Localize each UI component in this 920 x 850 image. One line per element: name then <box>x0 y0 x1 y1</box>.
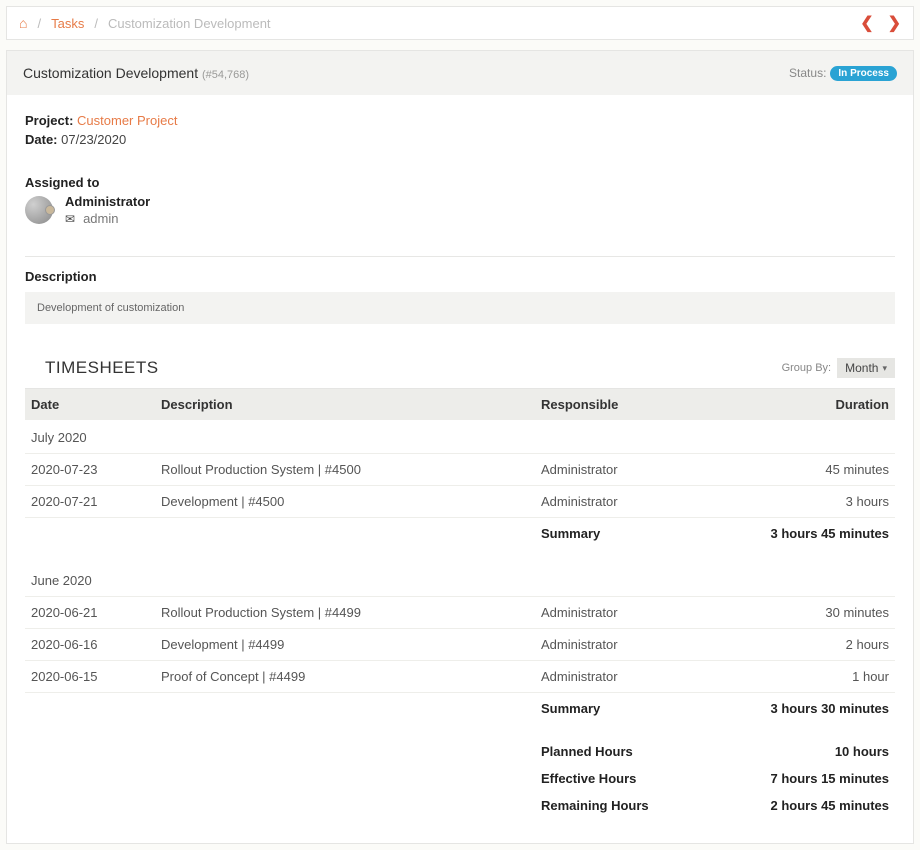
cell-duration: 1 hour <box>735 661 895 693</box>
assigned-section: Assigned to Administrator ✉ admin <box>25 175 895 226</box>
chevron-down-icon: ▾ <box>882 363 887 374</box>
totals-row: Planned Hours10 hours <box>25 738 895 765</box>
group-label: July 2020 <box>25 420 895 454</box>
totals-label: Planned Hours <box>535 738 735 765</box>
summary-value: 3 hours 45 minutes <box>735 518 895 550</box>
totals-value: 2 hours 45 minutes <box>735 792 895 819</box>
totals-row: Remaining Hours2 hours 45 minutes <box>25 792 895 819</box>
table-row: 2020-07-21Development | #4500Administrat… <box>25 486 895 518</box>
cell-description: Rollout Production System | #4499 <box>155 597 535 629</box>
cell-date: 2020-06-21 <box>25 597 155 629</box>
timesheets-title: TIMESHEETS <box>45 358 159 378</box>
timesheets-section: TIMESHEETS Group By: Month ▾ Date Descri… <box>25 352 895 819</box>
summary-label: Summary <box>535 693 735 725</box>
breadcrumb-current: Customization Development <box>108 16 271 31</box>
cell-date: 2020-07-23 <box>25 454 155 486</box>
project-link[interactable]: Customer Project <box>77 113 177 128</box>
breadcrumb-bar: ⌂ / Tasks / Customization Development ❮ … <box>6 6 914 40</box>
table-row: 2020-06-16Development | #4499Administrat… <box>25 629 895 661</box>
cell-duration: 3 hours <box>735 486 895 518</box>
task-id: (#54,768) <box>202 69 249 81</box>
assignee-username: admin <box>83 211 118 226</box>
cell-duration: 45 minutes <box>735 454 895 486</box>
groupby-control: Group By: Month ▾ <box>782 358 895 378</box>
assignee-row: Administrator ✉ admin <box>25 194 895 226</box>
cell-responsible: Administrator <box>535 486 735 518</box>
date-label: Date: <box>25 132 58 147</box>
totals-label: Remaining Hours <box>535 792 735 819</box>
cell-description: Development | #4500 <box>155 486 535 518</box>
envelope-icon: ✉ <box>65 212 75 226</box>
date-line: Date: 07/23/2020 <box>25 132 895 147</box>
table-row: 2020-07-23Rollout Production System | #4… <box>25 454 895 486</box>
summary-row: Summary3 hours 45 minutes <box>25 518 895 550</box>
table-row: 2020-06-15Proof of Concept | #4499Admini… <box>25 661 895 693</box>
cell-description: Development | #4499 <box>155 629 535 661</box>
card-header: Customization Development (#54,768) Stat… <box>7 51 913 95</box>
description-text: Development of customization <box>25 292 895 324</box>
table-row: 2020-06-21Rollout Production System | #4… <box>25 597 895 629</box>
project-label: Project: <box>25 113 73 128</box>
cell-description: Proof of Concept | #4499 <box>155 661 535 693</box>
col-description: Description <box>155 389 535 420</box>
cell-responsible: Administrator <box>535 454 735 486</box>
next-record-button[interactable]: ❯ <box>888 13 901 33</box>
cell-duration: 2 hours <box>735 629 895 661</box>
summary-value: 3 hours 30 minutes <box>735 693 895 725</box>
group-label: June 2020 <box>25 563 895 597</box>
assigned-to-label: Assigned to <box>25 175 895 190</box>
page-title: Customization Development (#54,768) <box>23 65 249 81</box>
record-nav: ❮ ❯ <box>860 13 901 33</box>
breadcrumb-sep: / <box>94 16 98 31</box>
cell-description: Rollout Production System | #4500 <box>155 454 535 486</box>
home-icon[interactable]: ⌂ <box>19 15 27 31</box>
timesheets-table: Date Description Responsible Duration Ju… <box>25 389 895 819</box>
cell-responsible: Administrator <box>535 661 735 693</box>
col-responsible: Responsible <box>535 389 735 420</box>
breadcrumb-tasks-link[interactable]: Tasks <box>51 16 84 31</box>
avatar <box>25 196 53 224</box>
status-label: Status: <box>789 66 826 80</box>
date-value: 07/23/2020 <box>61 132 126 147</box>
cell-date: 2020-06-15 <box>25 661 155 693</box>
task-title: Customization Development <box>23 65 198 81</box>
totals-value: 10 hours <box>735 738 895 765</box>
description-title: Description <box>25 269 895 284</box>
summary-label: Summary <box>535 518 735 550</box>
summary-row: Summary3 hours 30 minutes <box>25 693 895 725</box>
breadcrumb: ⌂ / Tasks / Customization Development <box>19 15 271 31</box>
divider <box>25 256 895 257</box>
col-duration: Duration <box>735 389 895 420</box>
group-header-row: June 2020 <box>25 563 895 597</box>
cell-date: 2020-06-16 <box>25 629 155 661</box>
groupby-label: Group By: <box>782 362 832 374</box>
cell-responsible: Administrator <box>535 597 735 629</box>
assignee-username-row: ✉ admin <box>65 211 150 226</box>
group-header-row: July 2020 <box>25 420 895 454</box>
task-card: Customization Development (#54,768) Stat… <box>6 50 914 844</box>
assignee-name: Administrator <box>65 194 150 209</box>
prev-record-button[interactable]: ❮ <box>860 13 873 33</box>
project-line: Project: Customer Project <box>25 113 895 128</box>
status-badge: In Process <box>830 66 897 81</box>
cell-duration: 30 minutes <box>735 597 895 629</box>
breadcrumb-sep: / <box>37 16 41 31</box>
cell-responsible: Administrator <box>535 629 735 661</box>
col-date: Date <box>25 389 155 420</box>
groupby-value: Month <box>845 361 878 375</box>
groupby-dropdown[interactable]: Month ▾ <box>837 358 895 378</box>
cell-date: 2020-07-21 <box>25 486 155 518</box>
status: Status: In Process <box>789 66 897 81</box>
